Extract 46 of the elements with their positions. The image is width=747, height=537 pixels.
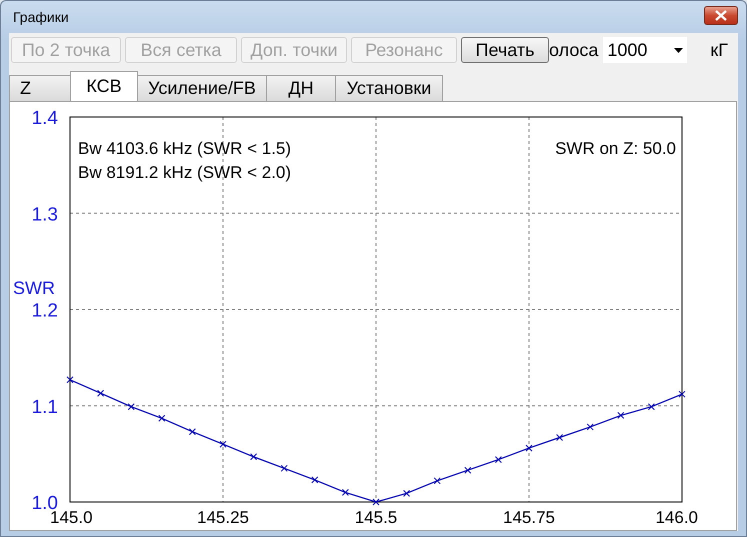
band-label: олоса	[549, 40, 598, 60]
point	[494, 456, 502, 464]
tab[interactable]: Усиление/FB	[137, 75, 267, 101]
point	[158, 414, 166, 422]
tab[interactable]: Установки	[335, 75, 443, 101]
point	[648, 403, 655, 410]
point	[526, 444, 532, 452]
unit-label: кГ	[710, 40, 728, 60]
caret-icon	[674, 48, 684, 52]
window-title: Графики	[12, 9, 69, 25]
close-button[interactable]	[704, 6, 738, 24]
toolbar-button[interactable]: Печать	[461, 37, 549, 63]
tab[interactable]: ДН	[266, 75, 336, 101]
x-tick-label: 146.0	[655, 508, 698, 527]
y-tick-label: 1.2	[32, 300, 58, 322]
tab[interactable]: КСВ	[70, 71, 138, 101]
y-axis-label: SWR	[13, 278, 55, 298]
band-dropdown[interactable]: 1000	[602, 36, 688, 64]
point	[372, 498, 380, 506]
point	[556, 434, 564, 442]
x-tick-label: 145.5	[354, 508, 398, 527]
point	[250, 453, 258, 460]
x-tick-label: 145.75	[503, 508, 555, 527]
bandwidth-note: Bw 4103.6 kHz (SWR < 1.5)	[78, 139, 292, 158]
point	[464, 466, 472, 474]
x-tick-label: 145.25	[197, 508, 249, 527]
point	[586, 423, 594, 430]
point	[342, 488, 349, 496]
point	[188, 428, 196, 436]
point	[434, 477, 441, 484]
bandwidth-note: Bw 8191.2 kHz (SWR < 2.0)	[78, 163, 292, 182]
point	[97, 390, 104, 397]
point	[617, 412, 624, 419]
point	[403, 490, 410, 497]
y-tick-label: 1.3	[32, 204, 58, 226]
tab[interactable]: Z	[9, 75, 73, 101]
point	[311, 476, 318, 484]
y-tick-label: 1.4	[32, 108, 58, 129]
point	[280, 464, 288, 472]
point	[220, 440, 226, 448]
point	[66, 376, 74, 384]
y-tick-label: 1.1	[32, 396, 58, 418]
point	[128, 403, 135, 410]
close-icon	[715, 10, 727, 20]
point	[678, 390, 686, 398]
impedance-note: SWR on Z: 50.0	[555, 139, 676, 158]
